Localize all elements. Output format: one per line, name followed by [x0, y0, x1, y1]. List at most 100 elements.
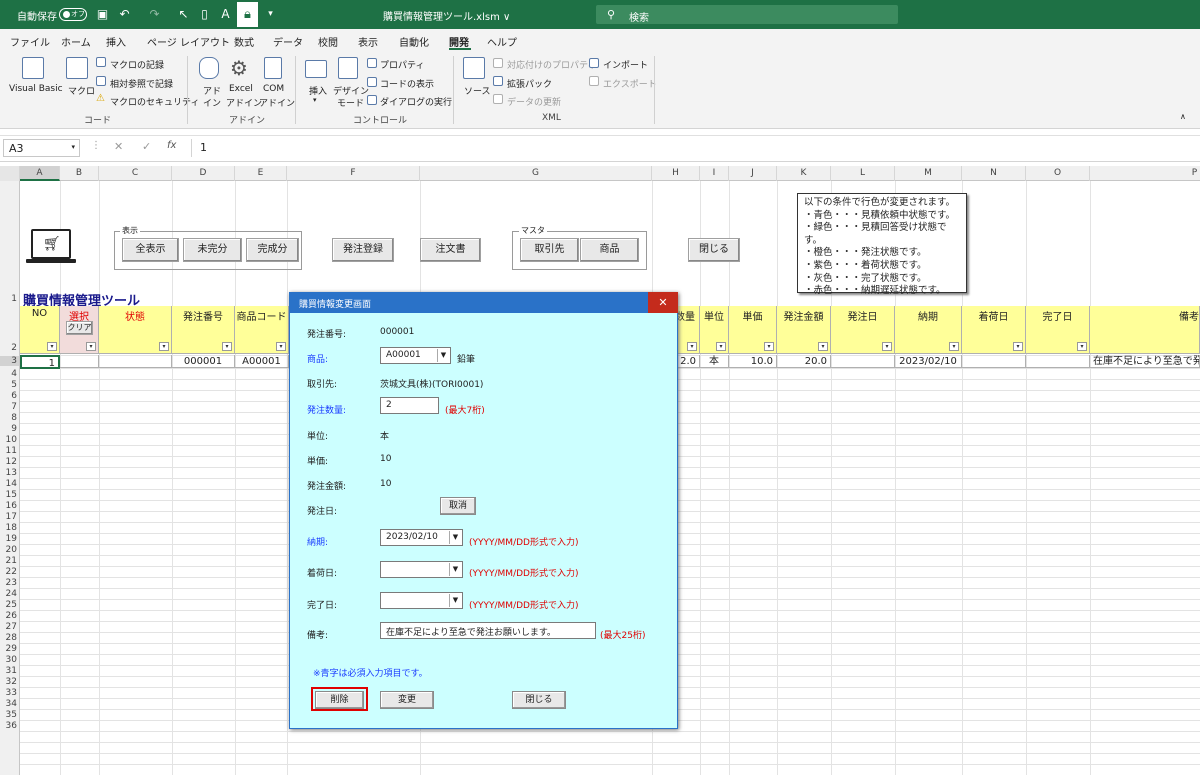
com-addins-icon[interactable] — [264, 57, 282, 79]
expansion-pack-icon[interactable] — [493, 76, 503, 86]
delete-button[interactable]: 削除 — [315, 691, 364, 709]
row-header[interactable]: 27 — [0, 622, 19, 632]
cell-no[interactable]: 1 — [20, 355, 60, 369]
menu-data[interactable]: データ — [273, 34, 303, 49]
filter-dropdown-icon[interactable]: ▾ — [222, 342, 232, 351]
supplier-master-button[interactable]: 取引先 — [520, 238, 579, 262]
save-icon[interactable]: ▣ — [96, 7, 109, 21]
column-header[interactable]: N — [962, 166, 1026, 181]
run-dialog-button[interactable]: ダイアログの実行 — [380, 95, 452, 108]
cell-unit[interactable]: 本 — [700, 355, 729, 368]
addins-label-2[interactable]: イン — [203, 96, 221, 109]
insert-control-button[interactable]: 挿入 — [309, 84, 327, 97]
row-header[interactable]: 14 — [0, 479, 19, 489]
filter-dropdown-icon[interactable]: ▾ — [764, 342, 774, 351]
arrival-select[interactable]: ▼ — [380, 561, 463, 578]
menu-file[interactable]: ファイル — [10, 34, 50, 49]
filter-dropdown-icon[interactable]: ▾ — [716, 342, 726, 351]
view-code-button[interactable]: コードの表示 — [380, 77, 434, 90]
clear-button[interactable]: クリア — [66, 321, 93, 335]
com-addins-label-1[interactable]: COM — [263, 84, 284, 94]
column-header[interactable]: K — [777, 166, 831, 181]
filter-dropdown-icon[interactable]: ▾ — [949, 342, 959, 351]
menu-page-layout[interactable]: ページ レイアウト — [147, 34, 230, 49]
filter-dropdown-icon[interactable]: ▾ — [882, 342, 892, 351]
row-header[interactable]: 18 — [0, 523, 19, 533]
chevron-down-icon[interactable]: ▼ — [449, 531, 461, 544]
row-header[interactable]: 1 — [0, 294, 19, 304]
column-header[interactable]: L — [831, 166, 895, 181]
run-dialog-icon[interactable] — [367, 95, 377, 105]
row-header[interactable]: 29 — [0, 644, 19, 654]
dialog-close-bottom-button[interactable]: 閉じる — [512, 691, 566, 709]
row-header[interactable]: 32 — [0, 677, 19, 687]
cell-status[interactable] — [99, 355, 172, 368]
column-header[interactable]: M — [895, 166, 962, 181]
column-header[interactable]: P — [1090, 166, 1200, 181]
collapse-ribbon-icon[interactable]: ∧ — [1180, 112, 1186, 121]
column-header[interactable]: C — [99, 166, 172, 181]
show-all-button[interactable]: 全表示 — [122, 238, 179, 262]
column-header[interactable]: A — [20, 166, 60, 181]
row-header[interactable]: 21 — [0, 556, 19, 566]
design-mode-icon[interactable] — [338, 57, 358, 79]
menu-help[interactable]: ヘルプ — [487, 34, 517, 49]
row-header[interactable]: 23 — [0, 578, 19, 588]
excel-addins-label-1[interactable]: Excel — [229, 84, 253, 94]
column-header[interactable]: O — [1026, 166, 1090, 181]
row-header[interactable]: 6 — [0, 391, 19, 401]
row-header[interactable]: 34 — [0, 699, 19, 709]
row-header[interactable]: 2 — [0, 343, 19, 353]
filter-dropdown-icon[interactable]: ▾ — [818, 342, 828, 351]
formula-options-icon[interactable]: ⋮ — [91, 140, 101, 151]
chevron-down-icon[interactable]: ▼ — [437, 349, 449, 362]
view-code-icon[interactable] — [367, 77, 377, 87]
row-header[interactable]: 7 — [0, 402, 19, 412]
menu-review[interactable]: 校閲 — [318, 34, 338, 49]
row-header[interactable]: 5 — [0, 380, 19, 390]
done-select[interactable]: ▼ — [380, 592, 463, 609]
chevron-down-icon[interactable]: ▼ — [449, 563, 461, 576]
confirm-entry-icon[interactable]: ✓ — [142, 140, 151, 153]
design-mode-label-2[interactable]: モード — [337, 96, 364, 109]
filter-dropdown-icon[interactable]: ▾ — [159, 342, 169, 351]
menu-insert[interactable]: 挿入 — [106, 34, 126, 49]
import-button[interactable]: インポート — [603, 58, 648, 71]
row-header[interactable]: 13 — [0, 468, 19, 478]
remarks-input[interactable]: 在庫不足により至急で発注お願いします。 — [380, 622, 596, 639]
cell-select[interactable] — [60, 355, 99, 368]
row-header[interactable]: 30 — [0, 655, 19, 665]
excel-addins-label-2[interactable]: アドイン — [226, 96, 262, 109]
row-header[interactable]: 3 — [0, 356, 19, 366]
product-select[interactable]: A00001 ▼ — [380, 347, 451, 364]
addins-icon[interactable] — [199, 57, 219, 79]
filter-dropdown-icon[interactable]: ▾ — [687, 342, 697, 351]
column-header[interactable]: H — [652, 166, 700, 181]
lock-icon[interactable]: 🔒︎ — [237, 2, 258, 27]
insert-function-icon[interactable]: fx — [167, 140, 176, 151]
properties-button[interactable]: プロパティ — [380, 58, 424, 71]
row-header[interactable]: 22 — [0, 567, 19, 577]
sheet-close-button[interactable]: 閉じる — [688, 238, 740, 262]
purchase-order-button[interactable]: 注文書 — [420, 238, 481, 262]
insert-control-icon[interactable] — [305, 60, 327, 78]
xml-source-button[interactable]: ソース — [464, 84, 491, 97]
relative-ref-button[interactable]: 相対参照で記録 — [110, 77, 173, 90]
column-header[interactable]: D — [172, 166, 235, 181]
menu-automate[interactable]: 自動化 — [399, 34, 429, 49]
column-header[interactable]: I — [700, 166, 729, 181]
cell-remarks[interactable]: 在庫不足により至急で発注 — [1090, 355, 1200, 368]
macro-icon[interactable] — [66, 57, 88, 79]
chevron-down-icon[interactable]: ▾ — [71, 143, 75, 151]
row-header[interactable]: 31 — [0, 666, 19, 676]
import-icon[interactable] — [589, 58, 599, 68]
row-header[interactable]: 36 — [0, 721, 19, 731]
gear-icon[interactable]: ⚙ — [230, 56, 248, 80]
document-icon[interactable]: ▯ — [198, 7, 211, 21]
cell-order-date[interactable] — [831, 355, 895, 368]
filter-dropdown-icon[interactable]: ▾ — [1077, 342, 1087, 351]
change-button[interactable]: 変更 — [380, 691, 434, 709]
xml-source-icon[interactable] — [463, 57, 485, 79]
relative-ref-icon[interactable] — [96, 76, 106, 86]
row-header[interactable]: 20 — [0, 545, 19, 555]
